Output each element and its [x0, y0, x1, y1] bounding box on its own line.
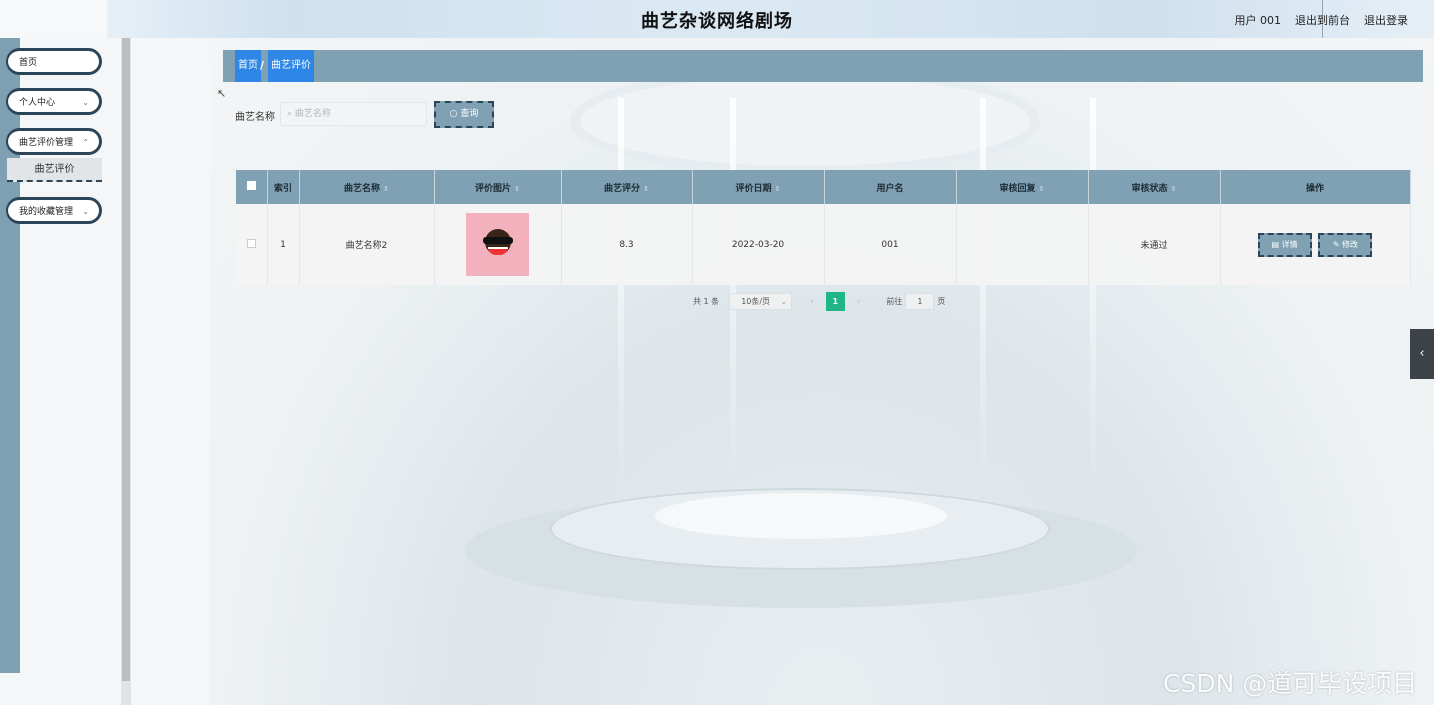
column-header-actions: 操作	[1220, 170, 1411, 204]
edit-button[interactable]: ✎ 修改	[1318, 232, 1373, 257]
cell-image	[434, 204, 562, 285]
cell-date: 2022-03-20	[692, 204, 825, 285]
current-user-label: 用户 001	[1234, 14, 1282, 27]
cell-score: 8.3	[561, 204, 693, 285]
sidebar-item-review-management[interactable]: 曲艺评价管理 ⌃	[6, 128, 102, 155]
column-header-image[interactable]: 评价图片 ⇕	[434, 170, 562, 204]
table-row: 1 曲艺名称2 8.3 2022-03-20 001 未通过 ▤ 详情 ✎ 修改	[236, 204, 1411, 285]
select-all-checkbox[interactable]	[246, 181, 256, 190]
chevron-down-icon: ⌄	[82, 98, 89, 107]
collapse-panel-button[interactable]: ‹	[1410, 329, 1434, 379]
cell-actions: ▤ 详情 ✎ 修改	[1220, 204, 1411, 285]
sidebar-item-personal-center[interactable]: 个人中心 ⌄	[6, 88, 102, 115]
to-front-link[interactable]: 退出到前台	[1295, 12, 1350, 28]
row-checkbox[interactable]	[246, 238, 256, 248]
glass-pillar	[730, 98, 736, 538]
review-image[interactable]	[466, 213, 529, 276]
breadcrumb-separator: /	[260, 59, 265, 72]
cell-name: 曲艺名称2	[299, 204, 435, 285]
search-label: 曲艺名称	[235, 112, 275, 123]
pagination-total: 共 1 条	[693, 297, 720, 306]
stage-top	[655, 493, 947, 539]
sort-icon[interactable]: ⇕	[643, 185, 649, 193]
glass-pillar	[618, 98, 624, 538]
sidebar-item-favorites-management[interactable]: 我的收藏管理 ⌄	[6, 197, 102, 224]
header-links: 用户 001 退出到前台 退出登录	[1235, 12, 1409, 28]
app-title: 曲艺杂谈网络剧场	[641, 11, 793, 32]
column-header-score[interactable]: 曲艺评分 ⇕	[561, 170, 693, 204]
sunglasses-icon	[483, 237, 513, 244]
search-icon: ⌕	[287, 109, 293, 119]
logout-link[interactable]: 退出登录	[1364, 12, 1408, 28]
pagination: 共 1 条 10条/页 ⌄ ‹ 1 › 前往 1 页	[693, 292, 945, 311]
chevron-left-icon: ‹	[1419, 346, 1425, 361]
sidebar-item-label: 个人中心	[19, 98, 56, 108]
sidebar-subitem-review[interactable]: 曲艺评价	[7, 158, 102, 182]
stage-background	[210, 38, 1434, 705]
breadcrumb-current: 曲艺评价	[268, 50, 314, 82]
search-button-label: 查询	[460, 109, 479, 119]
sort-icon[interactable]: ⇕	[1039, 185, 1045, 193]
sidebar-item-home[interactable]: 首页	[6, 48, 102, 75]
document-icon: ▤	[1271, 239, 1280, 249]
sort-icon[interactable]: ⇕	[514, 185, 520, 193]
glass-pillar	[1090, 98, 1096, 538]
mouth-icon	[488, 247, 508, 255]
search-placeholder: 曲艺名称	[294, 109, 331, 119]
top-header: 曲艺杂谈网络剧场 用户 001 退出到前台 退出登录	[0, 0, 1434, 38]
breadcrumb: 首页 / 曲艺评价	[223, 50, 1423, 82]
content-gutter	[131, 38, 210, 705]
watermark: CSDN @道可毕设项目	[1163, 669, 1418, 698]
column-header-reply[interactable]: 审核回复 ⇕	[956, 170, 1089, 204]
cell-reply	[956, 204, 1089, 285]
page-unit-label: 页	[937, 297, 946, 306]
goto-label: 前往	[886, 297, 903, 306]
glass-pillar	[980, 98, 986, 538]
row-select-cell[interactable]	[236, 204, 268, 285]
pencil-icon: ✎	[1332, 239, 1340, 249]
select-all-cell[interactable]	[236, 170, 268, 204]
page-size-select[interactable]: 10条/页 ⌄	[729, 293, 793, 310]
cell-username: 001	[824, 204, 957, 285]
sidebar-item-label: 我的收藏管理	[19, 207, 74, 217]
sidebar: 首页 个人中心 ⌄ 曲艺评价管理 ⌃ 曲艺评价 我的收藏管理 ⌄	[0, 38, 120, 705]
sidebar-scrollbar-thumb[interactable]	[122, 38, 130, 681]
column-header-status[interactable]: 审核状态 ⇕	[1088, 170, 1221, 204]
ceiling-ring	[570, 66, 1040, 176]
table-header-row: 索引 曲艺名称 ⇕ 评价图片 ⇕ 曲艺评分 ⇕ 评价日期 ⇕ 用户名 审核回复 ⇕ 审核状…	[236, 170, 1411, 204]
column-header-index: 索引	[267, 170, 300, 204]
prev-page-button[interactable]: ‹	[810, 297, 814, 307]
cell-status: 未通过	[1088, 204, 1221, 285]
cell-index: 1	[267, 204, 300, 285]
sort-icon[interactable]: ⇕	[383, 185, 389, 193]
column-header-username: 用户名	[824, 170, 957, 204]
mouse-cursor-icon: ↖	[217, 87, 227, 100]
breadcrumb-home[interactable]: 首页	[235, 50, 261, 82]
sidebar-item-label: 首页	[19, 58, 38, 68]
detail-button[interactable]: ▤ 详情	[1257, 232, 1312, 257]
sidebar-item-label: 曲艺评价管理	[19, 138, 74, 148]
search-button[interactable]: ○ 查询	[434, 101, 494, 128]
review-table: 索引 曲艺名称 ⇕ 评价图片 ⇕ 曲艺评分 ⇕ 评价日期 ⇕ 用户名 审核回复 ⇕ 审核状…	[236, 170, 1411, 285]
chevron-down-icon: ⌄	[780, 297, 788, 306]
chevron-up-icon: ⌃	[82, 138, 89, 147]
chevron-down-icon: ⌄	[82, 207, 89, 216]
search-input[interactable]: ⌕ 曲艺名称	[280, 102, 427, 126]
search-icon: ○	[449, 109, 458, 119]
next-page-button[interactable]: ›	[857, 297, 861, 307]
sort-icon[interactable]: ⇕	[775, 185, 781, 193]
page-number-current[interactable]: 1	[825, 292, 845, 311]
column-header-name[interactable]: 曲艺名称 ⇕	[299, 170, 435, 204]
column-header-date[interactable]: 评价日期 ⇕	[692, 170, 825, 204]
goto-page-input[interactable]: 1	[905, 293, 935, 310]
sort-icon[interactable]: ⇕	[1171, 185, 1177, 193]
